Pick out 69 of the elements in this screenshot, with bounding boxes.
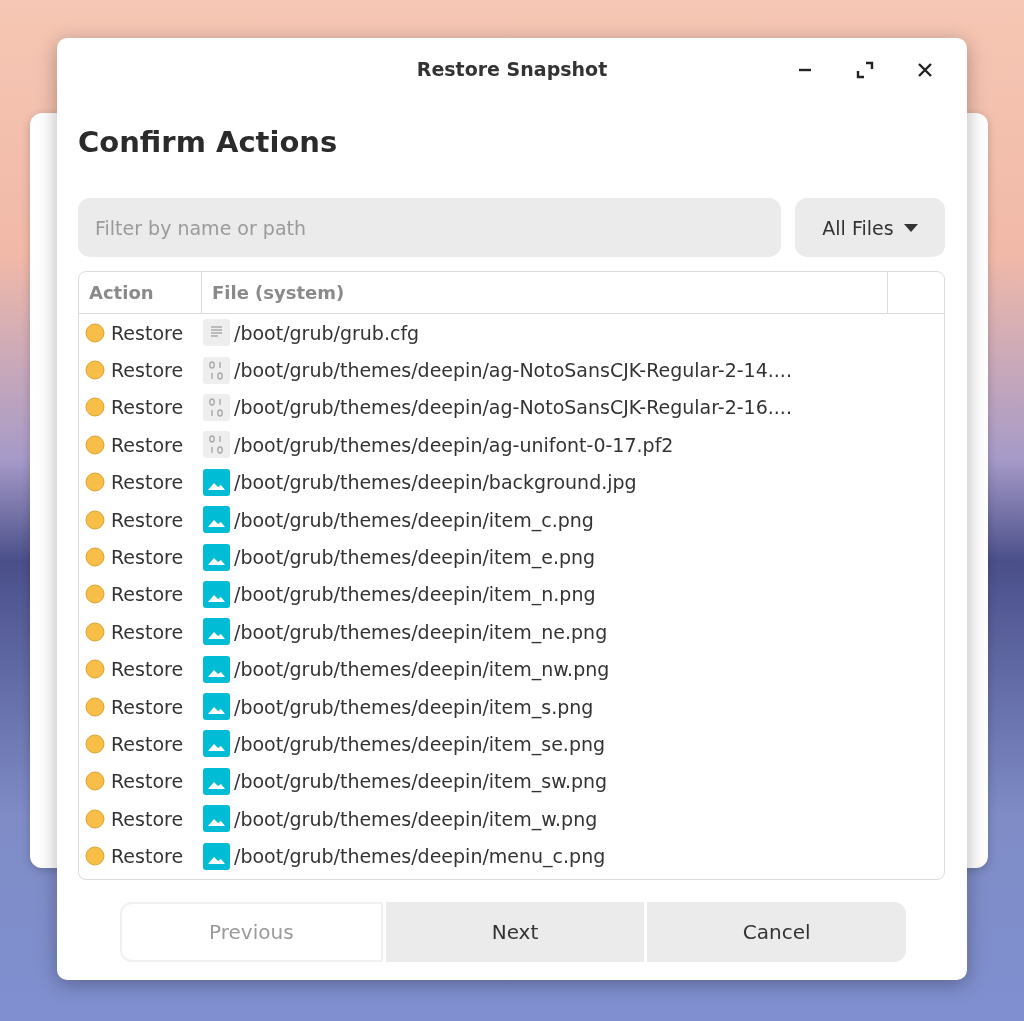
image-file-icon (203, 580, 230, 608)
action-cell: Restore (111, 845, 184, 868)
caret-icon (903, 223, 918, 232)
file-path-cell: /boot/grub/themes/deepin/item_n.png (234, 583, 596, 606)
file-path-cell: /boot/grub/themes/deepin/ag-unifont-0-17.pf2 (234, 433, 674, 456)
file-path-cell: /boot/grub/themes/deepin/item_s.png (234, 695, 594, 718)
action-cell: Restore (111, 770, 184, 793)
status-dot-icon (85, 472, 105, 493)
image-file-icon (203, 693, 230, 721)
action-cell: Restore (111, 433, 184, 456)
status-dot-icon (85, 771, 105, 792)
action-cell: Restore (111, 733, 184, 755)
action-cell: Restore (111, 807, 184, 830)
action-cell: Restore (111, 321, 184, 344)
close-icon (918, 63, 932, 77)
image-file-icon (203, 543, 230, 571)
file-path-cell: /boot/grub/themes/deepin/ag-NotoSansCJK-Regular-2-16.... (234, 396, 792, 419)
status-dot-icon (85, 696, 105, 717)
file-path-cell: /boot/grub/themes/deepin/item_se.png (234, 733, 606, 755)
file-type-dropdown[interactable]: All Files (795, 198, 945, 257)
image-file-icon (203, 767, 230, 795)
filter-field[interactable]: Filter by name or path (78, 198, 781, 257)
text-file-icon (203, 319, 230, 347)
image-file-icon (203, 618, 230, 646)
page-heading: Confirm Actions (78, 124, 339, 160)
file-path-cell: /boot/grub/grub.cfg (234, 321, 420, 344)
action-cell: Restore (111, 471, 184, 494)
status-dot-icon (85, 322, 105, 343)
binary-file-icon (203, 431, 230, 459)
action-cell: Restore (111, 359, 184, 382)
file-path-cell: /boot/grub/themes/deepin/item_ne.png (234, 620, 608, 643)
binary-file-icon (203, 356, 230, 384)
dialog-button[interactable]: Next (385, 902, 645, 962)
action-cell: Restore (111, 396, 184, 419)
action-cell: Restore (111, 583, 184, 606)
status-dot-icon (85, 621, 105, 642)
status-dot-icon (85, 734, 105, 754)
file-path-cell: /boot/grub/themes/deepin/background.jpg (234, 471, 637, 494)
binary-file-icon (203, 393, 230, 421)
file-path-cell: /boot/grub/themes/deepin/ag-NotoSansCJK-Regular-2-14.... (234, 359, 792, 382)
status-dot-icon (85, 434, 105, 455)
status-dot-icon (85, 397, 105, 418)
file-path-cell: /boot/grub/themes/deepin/item_sw.png (234, 770, 608, 793)
status-dot-icon (85, 547, 105, 568)
status-dot-icon (85, 846, 105, 867)
status-dot-icon (85, 584, 105, 605)
file-path-cell: /boot/grub/themes/deepin/item_w.png (234, 807, 598, 830)
dialog-button[interactable]: Cancel (647, 902, 906, 962)
image-file-icon (203, 655, 230, 683)
action-cell: Restore (111, 546, 184, 569)
window-title: Restore Snapshot (416, 58, 608, 80)
file-path-cell: /boot/grub/themes/deepin/menu_c.png (234, 845, 606, 868)
status-dot-icon (85, 808, 105, 829)
image-file-icon (203, 506, 230, 534)
status-dot-icon (85, 659, 105, 680)
file-path-cell: /boot/grub/themes/deepin/item_nw.png (234, 658, 610, 681)
image-file-icon (203, 805, 230, 833)
image-file-icon (203, 730, 230, 758)
maximize-icon (856, 61, 874, 79)
status-dot-icon (85, 509, 105, 530)
image-file-icon (203, 468, 230, 496)
image-file-icon (203, 842, 230, 870)
action-cell: Restore (111, 620, 184, 643)
action-cell: Restore (111, 508, 184, 531)
status-dot-icon (85, 360, 105, 381)
file-path-cell: /boot/grub/themes/deepin/item_c.png (234, 508, 594, 531)
action-cell: Restore (111, 658, 184, 681)
file-path-cell: /boot/grub/themes/deepin/item_e.png (234, 546, 596, 569)
action-cell: Restore (111, 695, 184, 718)
